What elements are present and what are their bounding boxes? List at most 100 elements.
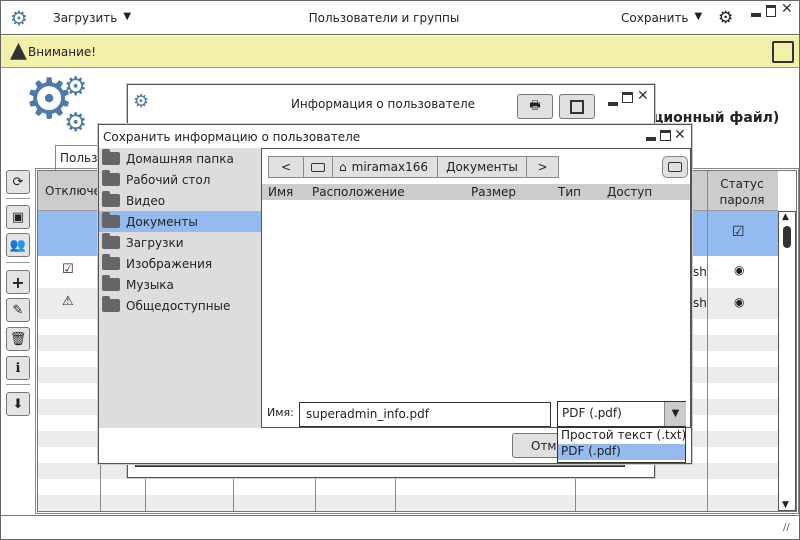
place-item[interactable]: Общедоступные bbox=[99, 295, 261, 316]
user-card-button[interactable]: ▣ bbox=[6, 205, 30, 229]
printer-icon: 🖶 bbox=[529, 98, 541, 112]
user-card-icon: ▣ bbox=[11, 209, 25, 225]
edit-button[interactable]: ✎ bbox=[6, 298, 30, 322]
col-access[interactable]: Доступ bbox=[607, 185, 652, 199]
chevron-down-icon: ▼ bbox=[694, 11, 703, 22]
info-icon: ℹ bbox=[15, 360, 21, 376]
back-button[interactable]: < bbox=[268, 156, 304, 178]
checkbox-checked-icon[interactable]: ☑ bbox=[62, 262, 74, 277]
option-txt[interactable]: Простой текст (.txt) bbox=[558, 428, 686, 444]
place-item[interactable]: Загрузки bbox=[99, 232, 261, 253]
place-item[interactable]: Музыка bbox=[99, 274, 261, 295]
cancel-button[interactable]: Отмена bbox=[512, 433, 562, 458]
edit-icon: ✎ bbox=[12, 302, 24, 318]
folder-icon bbox=[102, 149, 120, 165]
filetype-select[interactable]: PDF (.pdf) ▼ bbox=[557, 401, 686, 427]
divider bbox=[6, 384, 30, 385]
place-label: Рабочий стол bbox=[126, 172, 211, 187]
close-icon[interactable]: ✕ bbox=[781, 1, 793, 17]
folder-icon bbox=[102, 212, 120, 228]
group-icon: 👥 bbox=[9, 237, 27, 253]
refresh-button[interactable]: ⟳ bbox=[6, 170, 30, 194]
floppy-icon bbox=[570, 99, 584, 114]
save-file-dialog: Сохранить информацию о пользователе ✕ До… bbox=[98, 124, 692, 464]
col-name[interactable]: Имя bbox=[268, 185, 293, 199]
filename-input[interactable]: superadmin_info.pdf bbox=[299, 402, 551, 427]
download-icon: ⬇ bbox=[12, 396, 24, 412]
dialog-title: Сохранить информацию о пользователе bbox=[103, 130, 361, 144]
file-list-header: Имя Расположение Размер Тип Доступ bbox=[262, 184, 690, 200]
col-type[interactable]: Тип bbox=[558, 185, 581, 199]
chevron-down-icon[interactable]: ▼ bbox=[664, 402, 686, 426]
place-item[interactable]: Изображения bbox=[99, 253, 261, 274]
add-button[interactable]: + bbox=[6, 270, 30, 294]
folder-icon bbox=[668, 162, 682, 172]
place-item[interactable]: Домашняя папка bbox=[99, 148, 261, 169]
maximize-icon[interactable] bbox=[660, 130, 671, 141]
warning-icon: ▲ bbox=[10, 38, 27, 63]
place-label: Документы bbox=[126, 214, 198, 229]
save-button[interactable] bbox=[559, 94, 595, 119]
radio-icon[interactable]: ◉ bbox=[734, 295, 744, 309]
small-gear-icon: ⚙ bbox=[64, 72, 88, 102]
scrollbar[interactable]: ▲ ▼ bbox=[778, 211, 796, 511]
filetype-options: Простой текст (.txt) PDF (.pdf) bbox=[557, 427, 686, 463]
scrollbar-thumb[interactable] bbox=[783, 226, 791, 248]
refresh-icon: ⟳ bbox=[12, 174, 24, 190]
places-sidebar: Домашняя папка Рабочий стол Видео Документы… bbox=[99, 148, 261, 428]
save-user-icon[interactable] bbox=[772, 41, 794, 63]
name-label: Имя: bbox=[267, 406, 294, 419]
folder-icon bbox=[102, 296, 120, 312]
divider bbox=[1, 515, 799, 516]
trash-icon: 🗑 bbox=[9, 331, 27, 347]
maximize-icon[interactable] bbox=[622, 92, 633, 103]
place-item[interactable]: Видео bbox=[99, 190, 261, 211]
group-button[interactable]: 👥 bbox=[6, 233, 30, 257]
divider bbox=[6, 262, 30, 263]
maximize-icon[interactable] bbox=[766, 5, 776, 17]
place-item[interactable]: Рабочий стол bbox=[99, 169, 261, 190]
minimize-icon[interactable] bbox=[646, 137, 656, 141]
place-label: Загрузки bbox=[126, 235, 184, 250]
resize-grip-icon[interactable]: // bbox=[783, 522, 790, 533]
folder-icon bbox=[102, 275, 120, 291]
folder-icon bbox=[102, 254, 120, 270]
filetype-value: PDF (.pdf) bbox=[562, 406, 622, 420]
radio-icon[interactable]: ◉ bbox=[734, 263, 744, 277]
save-label: Сохранить bbox=[621, 11, 689, 25]
delete-button[interactable]: 🗑 bbox=[6, 327, 30, 351]
settings-gear-icon[interactable]: ⚙ bbox=[718, 8, 733, 28]
warning-text: Внимание! bbox=[28, 45, 97, 59]
place-item[interactable]: Документы bbox=[99, 211, 261, 232]
file-browser: < ⌂ miramax166 Документы > Имя Расположен… bbox=[261, 148, 691, 428]
small-gear-icon: ⚙ bbox=[64, 108, 88, 138]
forward-button[interactable]: > bbox=[526, 156, 559, 178]
info-button[interactable]: ℹ bbox=[6, 356, 30, 380]
close-icon[interactable]: ✕ bbox=[637, 88, 649, 104]
new-folder-button[interactable] bbox=[662, 156, 688, 178]
minimize-icon[interactable] bbox=[608, 102, 618, 106]
minimize-icon[interactable] bbox=[751, 13, 761, 17]
save-menu[interactable]: Сохранить ▼ bbox=[621, 11, 702, 25]
option-pdf[interactable]: PDF (.pdf) bbox=[558, 444, 685, 460]
top-bar: ⚙ Загрузить ▼ Пользователи и группы Сохра… bbox=[1, 1, 799, 35]
divider bbox=[6, 198, 30, 199]
place-label: Общедоступные bbox=[126, 298, 231, 313]
col-location[interactable]: Расположение bbox=[312, 185, 405, 199]
plus-icon: + bbox=[11, 272, 25, 292]
col-size[interactable]: Размер bbox=[471, 185, 516, 199]
checkbox-checked-icon[interactable]: ☑ bbox=[732, 224, 745, 240]
download-button[interactable]: ⬇ bbox=[6, 392, 30, 416]
folder-icon bbox=[102, 170, 120, 186]
close-icon[interactable]: ✕ bbox=[674, 127, 686, 143]
home-crumb[interactable]: ⌂ miramax166 bbox=[332, 156, 438, 178]
documents-crumb[interactable]: Документы bbox=[437, 156, 527, 178]
place-label: Изображения bbox=[126, 256, 213, 271]
home-icon: ⌂ bbox=[339, 160, 347, 174]
drive-button[interactable] bbox=[303, 156, 333, 178]
place-label: Музыка bbox=[126, 277, 174, 292]
header-password-status[interactable]: Статус пароля bbox=[714, 176, 770, 208]
print-button[interactable]: 🖶 bbox=[517, 94, 553, 119]
drive-icon bbox=[311, 162, 325, 172]
place-label: Видео bbox=[126, 193, 166, 208]
